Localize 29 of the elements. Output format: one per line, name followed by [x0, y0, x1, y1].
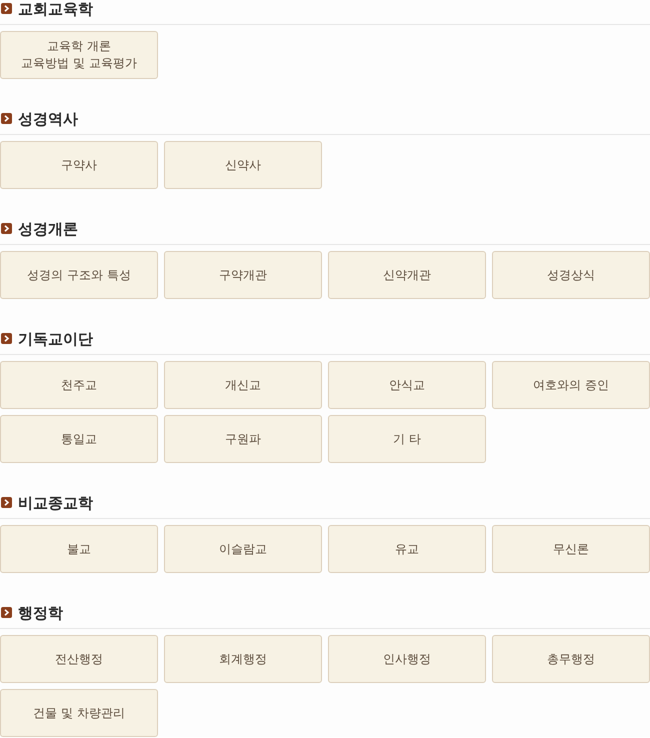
course-button[interactable]: 이슬람교	[164, 525, 322, 573]
course-button[interactable]: 전산행정	[0, 635, 158, 683]
course-button[interactable]: 개신교	[164, 361, 322, 409]
course-button[interactable]: 기 타	[328, 415, 486, 463]
course-button[interactable]: 회계행정	[164, 635, 322, 683]
section-title: 성경개론	[18, 220, 78, 238]
course-button[interactable]: 통일교	[0, 415, 158, 463]
course-button[interactable]: 신약사	[164, 141, 322, 189]
course-button[interactable]: 구원파	[164, 415, 322, 463]
section-title: 행정학	[18, 604, 63, 622]
course-button[interactable]: 무신론	[492, 525, 650, 573]
course-button[interactable]: 불교	[0, 525, 158, 573]
course-button[interactable]: 구약개관	[164, 251, 322, 299]
course-button[interactable]: 성경상식	[492, 251, 650, 299]
course-button[interactable]: 성경의 구조와 특성	[0, 251, 158, 299]
section-title: 교회교육학	[18, 0, 93, 18]
course-button[interactable]: 여호와의 증인	[492, 361, 650, 409]
course-button[interactable]: 안식교	[328, 361, 486, 409]
section-title: 성경역사	[18, 110, 78, 128]
section-title: 비교종교학	[18, 494, 93, 512]
course-button[interactable]: 총무행정	[492, 635, 650, 683]
course-button[interactable]: 유교	[328, 525, 486, 573]
course-button[interactable]: 인사행정	[328, 635, 486, 683]
course-button[interactable]: 건물 및 차량관리	[0, 689, 158, 737]
course-button[interactable]: 구약사	[0, 141, 158, 189]
course-button[interactable]: 교육학 개론 교육방법 및 교육평가	[0, 31, 158, 79]
course-button[interactable]: 신약개관	[328, 251, 486, 299]
course-button[interactable]: 천주교	[0, 361, 158, 409]
section-title: 기독교이단	[18, 330, 93, 348]
